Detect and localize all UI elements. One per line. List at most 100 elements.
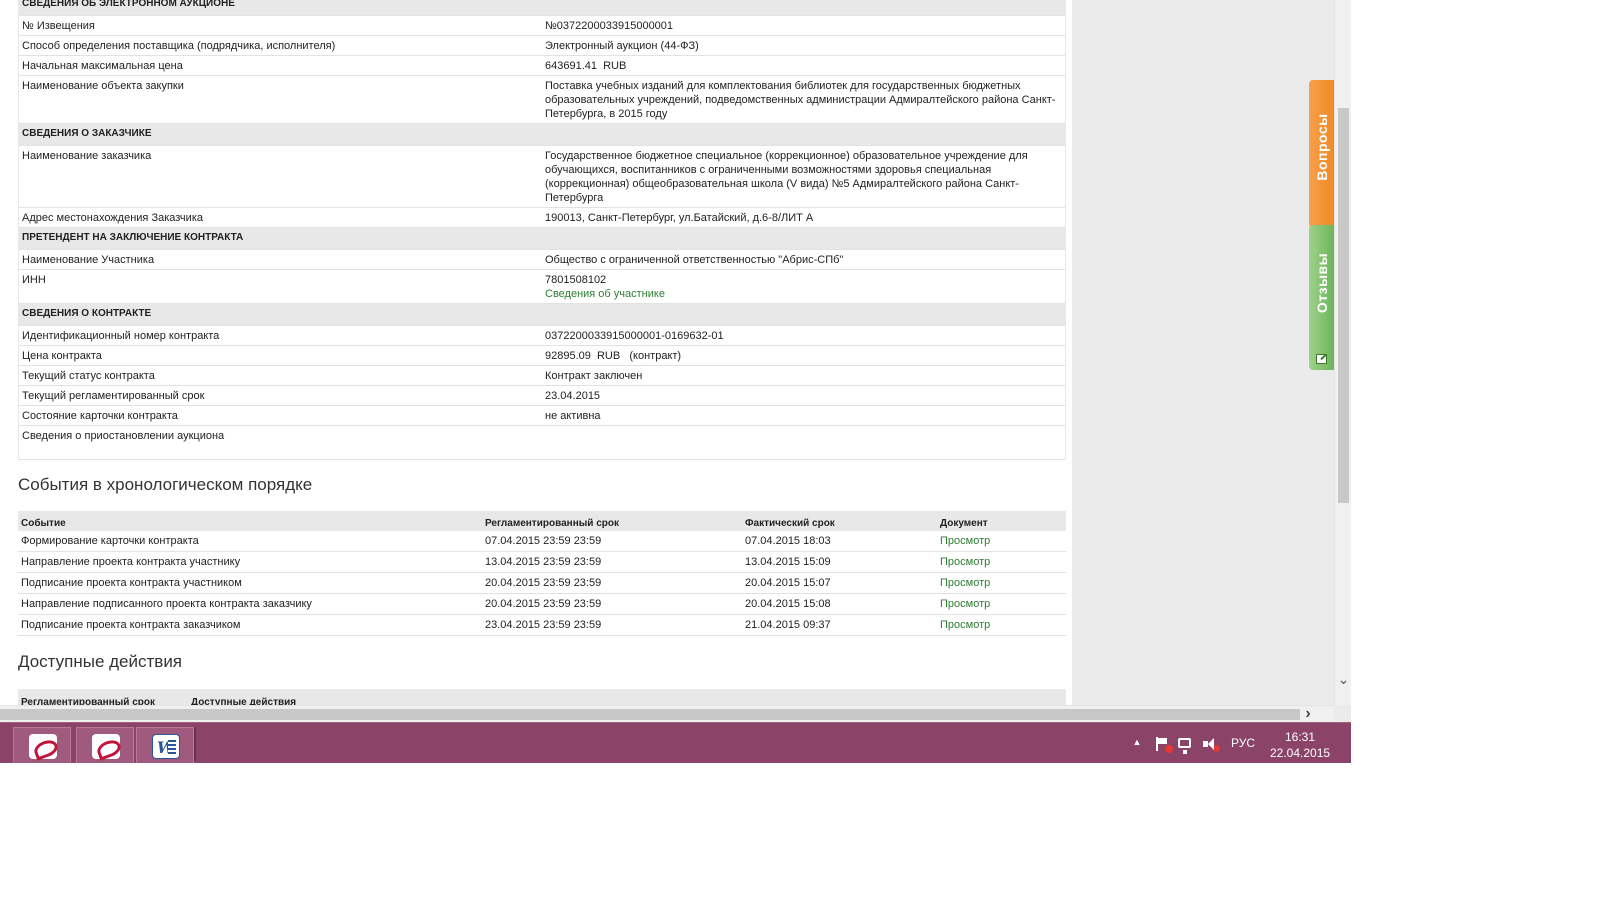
section-header-customer: СВЕДЕНИЯ О ЗАКАЗЧИКЕ	[19, 123, 1065, 146]
info-row: Идентификационный номер контракта 0372200…	[19, 325, 1065, 346]
show-hidden-icons-icon[interactable]: ▲	[1131, 736, 1143, 748]
questions-tab-label: Вопросы	[1313, 112, 1330, 181]
event-deadline: 13.04.2015 23:59 23:59	[482, 551, 742, 573]
info-row: Наименование Участника Общество с огранич…	[19, 249, 1065, 270]
info-row: Текущий статус контракта Контракт заключе…	[19, 365, 1065, 386]
field-label: Наименование заказчика	[19, 145, 542, 208]
field-value-cell: Государственное бюджетное специальное (к…	[542, 145, 1065, 208]
language-indicator[interactable]: РУС	[1231, 736, 1255, 763]
field-value-cell: 0372200033915000001-0169632-01	[542, 325, 1065, 346]
info-row: Способ определения поставщика (подрядчик…	[19, 35, 1065, 56]
view-document-link[interactable]: Просмотр	[937, 531, 1066, 552]
field-value-cell: не активна	[542, 405, 1065, 426]
actions-table: Регламентированный срок Доступные действ…	[18, 689, 1066, 705]
event-name: Направление проекта контракта участнику	[18, 551, 482, 573]
event-actual-date: 21.04.2015 09:37	[742, 614, 937, 636]
actions-header-row: Регламентированный срок Доступные действ…	[18, 689, 1066, 705]
details-table: СВЕДЕНИЯ ОБ ЭЛЕКТРОННОМ АУКЦИОНЕ № Извеще…	[19, 0, 1065, 460]
field-label: Текущий регламентированный срок	[19, 385, 542, 406]
col-actual: Фактический срок	[742, 511, 937, 531]
field-value-cell: Общество с ограниченной ответственностью…	[542, 249, 1065, 270]
horizontal-scroll-thumb[interactable]	[0, 709, 1300, 720]
word-icon	[152, 734, 180, 759]
network-icon[interactable]	[1178, 738, 1191, 754]
field-value: 190013, Санкт-Петербург, ул.Батайский, д…	[545, 212, 814, 224]
section-header-notice: СВЕДЕНИЯ ОБ ЭЛЕКТРОННОМ АУКЦИОНЕ	[19, 0, 1065, 16]
field-value: 23.04.2015	[545, 390, 601, 402]
col-action-deadline: Регламентированный срок	[18, 689, 188, 705]
field-value: Поставка учебных изданий для комплектова…	[545, 80, 1056, 120]
vertical-scrollbar[interactable]: ⌄	[1334, 0, 1351, 705]
view-document-link[interactable]: Просмотр	[937, 551, 1066, 573]
chevron-right-icon[interactable]: ›	[1300, 706, 1316, 722]
field-value-cell: 190013, Санкт-Петербург, ул.Батайский, д…	[542, 207, 1065, 228]
event-actual-date: 20.04.2015 15:08	[742, 593, 937, 615]
taskbar-separator	[194, 727, 196, 761]
event-name: Направление подписанного проекта контрак…	[18, 593, 482, 615]
field-value-cell: Контракт заключен	[542, 365, 1065, 386]
participant-info-link[interactable]: Сведения об участнике	[545, 287, 1062, 301]
event-name: Формирование карточки контракта	[18, 531, 482, 552]
chevron-down-icon[interactable]: ⌄	[1336, 671, 1351, 687]
field-value-cell: 7801508102 Сведения об участнике	[542, 269, 1065, 304]
field-value: 0372200033915000001-0169632-01	[545, 330, 724, 342]
event-row: Направление проекта контракта участнику 1…	[18, 551, 1066, 573]
field-value-cell: 92895.09 RUB (контракт)	[542, 345, 1065, 366]
field-value-cell: №0372200033915000001	[542, 15, 1065, 36]
clock-time: 16:31	[1284, 730, 1316, 744]
browser-viewport: СВЕДЕНИЯ ОБ ЭЛЕКТРОННОМ АУКЦИОНЕ № Извеще…	[0, 0, 1351, 763]
info-row: Цена контракта 92895.09 RUB (контракт)	[19, 345, 1065, 366]
field-value: Государственное бюджетное специальное (к…	[545, 150, 1031, 204]
col-available-actions: Доступные действия	[188, 689, 1066, 705]
field-label: Состояние карточки контракта	[19, 405, 542, 426]
event-deadline: 07.04.2015 23:59 23:59	[482, 531, 742, 552]
event-name: Подписание проекта контракта заказчиком	[18, 614, 482, 636]
field-value-cell	[542, 425, 1065, 460]
reviews-tab[interactable]: Отзывы	[1309, 225, 1334, 370]
vertical-scroll-thumb[interactable]	[1338, 108, 1349, 503]
section-title: СВЕДЕНИЯ О ЗАКАЗЧИКЕ	[19, 123, 1065, 146]
field-value-cell: 643691.41 RUB	[542, 55, 1065, 76]
info-row: Состояние карточки контракта не активна	[19, 405, 1065, 426]
field-label: Способ определения поставщика (подрядчик…	[19, 35, 542, 56]
field-value-cell: Электронный аукцион (44-ФЗ)	[542, 35, 1065, 56]
view-document-link[interactable]: Просмотр	[937, 614, 1066, 636]
volume-muted-icon[interactable]	[1202, 737, 1220, 752]
field-label: Наименование Участника	[19, 249, 542, 270]
section-title: ПРЕТЕНДЕНТ НА ЗАКЛЮЧЕНИЕ КОНТРАКТА	[19, 227, 1065, 250]
event-row: Подписание проекта контракта заказчиком 2…	[18, 614, 1066, 636]
clock[interactable]: 16:31 22.04.2015	[1270, 729, 1330, 763]
view-document-link[interactable]: Просмотр	[937, 572, 1066, 594]
field-value: не активна	[545, 410, 601, 422]
horizontal-scrollbar[interactable]: ›	[0, 705, 1334, 722]
page-area: СВЕДЕНИЯ ОБ ЭЛЕКТРОННОМ АУКЦИОНЕ № Извеще…	[0, 0, 1072, 705]
field-value: 643691.41 RUB	[545, 60, 627, 72]
view-document-link[interactable]: Просмотр	[937, 593, 1066, 615]
action-center-flag-icon[interactable]	[1154, 737, 1173, 753]
acrobat-icon	[92, 734, 120, 759]
field-value: 92895.09 RUB (контракт)	[545, 350, 682, 362]
info-row: Наименование заказчика Государственное бю…	[19, 145, 1065, 208]
event-deadline: 23.04.2015 23:59 23:59	[482, 614, 742, 636]
event-name: Подписание проекта контракта участником	[18, 572, 482, 594]
taskbar: ▲ РУС 16:31 22.04.2015	[0, 722, 1351, 763]
questions-tab[interactable]: Вопросы	[1309, 80, 1334, 228]
edit-icon	[1316, 354, 1327, 364]
info-row: ИНН 7801508102 Сведения об участнике	[19, 269, 1065, 304]
info-row: Наименование объекта закупки Поставка уче…	[19, 75, 1065, 124]
acrobat-icon	[29, 734, 57, 759]
event-actual-date: 07.04.2015 18:03	[742, 531, 937, 552]
event-actual-date: 13.04.2015 15:09	[742, 551, 937, 573]
field-value: Электронный аукцион (44-ФЗ)	[545, 40, 699, 52]
taskbar-app-acrobat-1[interactable]	[13, 727, 71, 763]
section-header-contract: СВЕДЕНИЯ О КОНТРАКТЕ	[19, 303, 1065, 326]
taskbar-app-word[interactable]	[136, 727, 194, 763]
events-table: Событие Регламентированный срок Фактичес…	[18, 511, 1066, 636]
details-block: СВЕДЕНИЯ ОБ ЭЛЕКТРОННОМ АУКЦИОНЕ № Извеще…	[18, 0, 1066, 460]
section-title: СВЕДЕНИЯ ОБ ЭЛЕКТРОННОМ АУКЦИОНЕ	[19, 0, 1065, 16]
taskbar-app-acrobat-2[interactable]	[76, 727, 134, 763]
section-title: СВЕДЕНИЯ О КОНТРАКТЕ	[19, 303, 1065, 326]
content: СВЕДЕНИЯ ОБ ЭЛЕКТРОННОМ АУКЦИОНЕ № Извеще…	[18, 0, 1066, 705]
event-actual-date: 20.04.2015 15:07	[742, 572, 937, 594]
event-deadline: 20.04.2015 23:59 23:59	[482, 572, 742, 594]
